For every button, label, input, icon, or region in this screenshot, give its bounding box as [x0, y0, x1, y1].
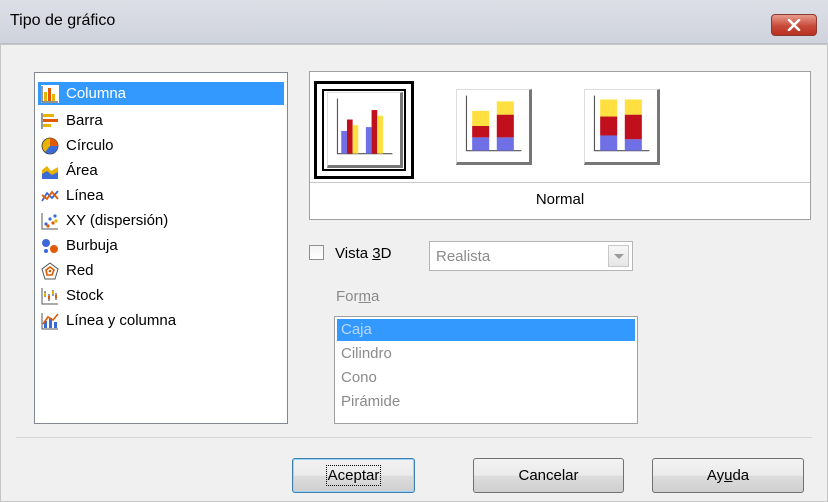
title-bar: Tipo de gráfico [0, 0, 828, 44]
column-chart-icon [41, 84, 59, 103]
help-button[interactable]: Ayuda [652, 458, 804, 493]
chart-type-item-barra[interactable]: Barra [38, 109, 284, 132]
chart-type-item-burbuja[interactable]: Burbuja [38, 234, 284, 257]
chart-type-item-circulo[interactable]: Círculo [38, 134, 284, 157]
view3d-checkbox[interactable] [309, 245, 324, 260]
chart-type-label: Stock [66, 287, 104, 304]
view3d-label-mnemonic: 3 [372, 245, 381, 262]
chart-type-item-red[interactable]: Red [38, 259, 284, 282]
chart-type-item-linea[interactable]: Línea [38, 184, 284, 207]
line-column-chart-icon [41, 312, 59, 329]
variant-normal[interactable] [314, 81, 414, 179]
net-chart-icon [41, 261, 59, 279]
stock-chart-icon [41, 287, 58, 304]
shape-item[interactable]: Cono [337, 367, 635, 389]
variant-stacked[interactable] [446, 81, 546, 179]
area-chart-icon [42, 165, 58, 179]
view3d-label-suffix: D [380, 245, 392, 262]
chevron-down-icon[interactable] [608, 245, 629, 267]
ok-button[interactable]: Aceptar [292, 458, 415, 493]
shape-list[interactable]: Caja Cilindro Cono Pirámide [334, 316, 638, 424]
line-chart-icon [41, 189, 59, 201]
percent-stacked-column-variant-icon [584, 89, 660, 165]
variant-divider [310, 182, 810, 183]
stacked-column-variant-icon [456, 89, 532, 165]
close-button[interactable] [771, 14, 817, 36]
variant-name-label: Normal [535, 191, 585, 208]
bubble-chart-icon [42, 238, 58, 253]
divider [16, 437, 812, 438]
scatter-chart-icon [41, 212, 58, 229]
cancel-button-label: Cancelar [518, 467, 579, 484]
chart-type-label: Burbuja [66, 237, 118, 254]
scheme-dropdown[interactable]: Realista [429, 241, 633, 271]
shape-label-mnemonic: m [358, 288, 372, 305]
chart-type-label: Columna [66, 85, 127, 102]
view3d-label-prefix: Vista [335, 245, 373, 262]
chart-type-label: Barra [66, 112, 103, 129]
chart-type-item-columna[interactable]: Columna [38, 82, 284, 105]
chart-type-list[interactable]: Columna Barra Círculo Área Línea XY (dis… [34, 72, 288, 424]
chart-variant-panel: Normal [309, 71, 811, 220]
bar-chart-icon [41, 112, 58, 129]
window-title: Tipo de gráfico [10, 12, 116, 29]
shape-item[interactable]: Caja [337, 319, 635, 341]
chart-type-item-area[interactable]: Área [38, 159, 284, 182]
shape-label-suffix: a [371, 288, 380, 305]
shape-item[interactable]: Pirámide [337, 391, 635, 413]
scheme-value: Realista [436, 248, 491, 265]
cancel-button[interactable]: Cancelar [473, 458, 624, 493]
chart-type-label: Círculo [66, 137, 114, 154]
close-icon [787, 19, 801, 31]
pie-chart-icon [41, 137, 59, 154]
shape-item[interactable]: Cilindro [337, 343, 635, 365]
ok-button-label: Aceptar [325, 465, 382, 486]
help-button-suffix: da [732, 467, 750, 484]
chart-type-label: XY (dispersión) [66, 212, 169, 229]
help-button-prefix: Ay [706, 467, 725, 484]
view3d-label[interactable]: Vista 3D [335, 245, 391, 262]
chart-type-item-stock[interactable]: Stock [38, 284, 284, 307]
shape-label: Forma [336, 288, 379, 305]
normal-column-variant-icon [327, 92, 403, 168]
chart-type-label: Red [66, 262, 94, 279]
chart-type-label: Línea y columna [66, 312, 177, 329]
chart-type-item-xy[interactable]: XY (dispersión) [38, 209, 284, 232]
chart-type-item-linea-columna[interactable]: Línea y columna [38, 309, 284, 332]
variant-percent-stacked[interactable] [574, 81, 674, 179]
chart-type-label: Área [66, 162, 98, 179]
shape-label-prefix: For [336, 288, 359, 305]
chart-type-label: Línea [66, 187, 104, 204]
